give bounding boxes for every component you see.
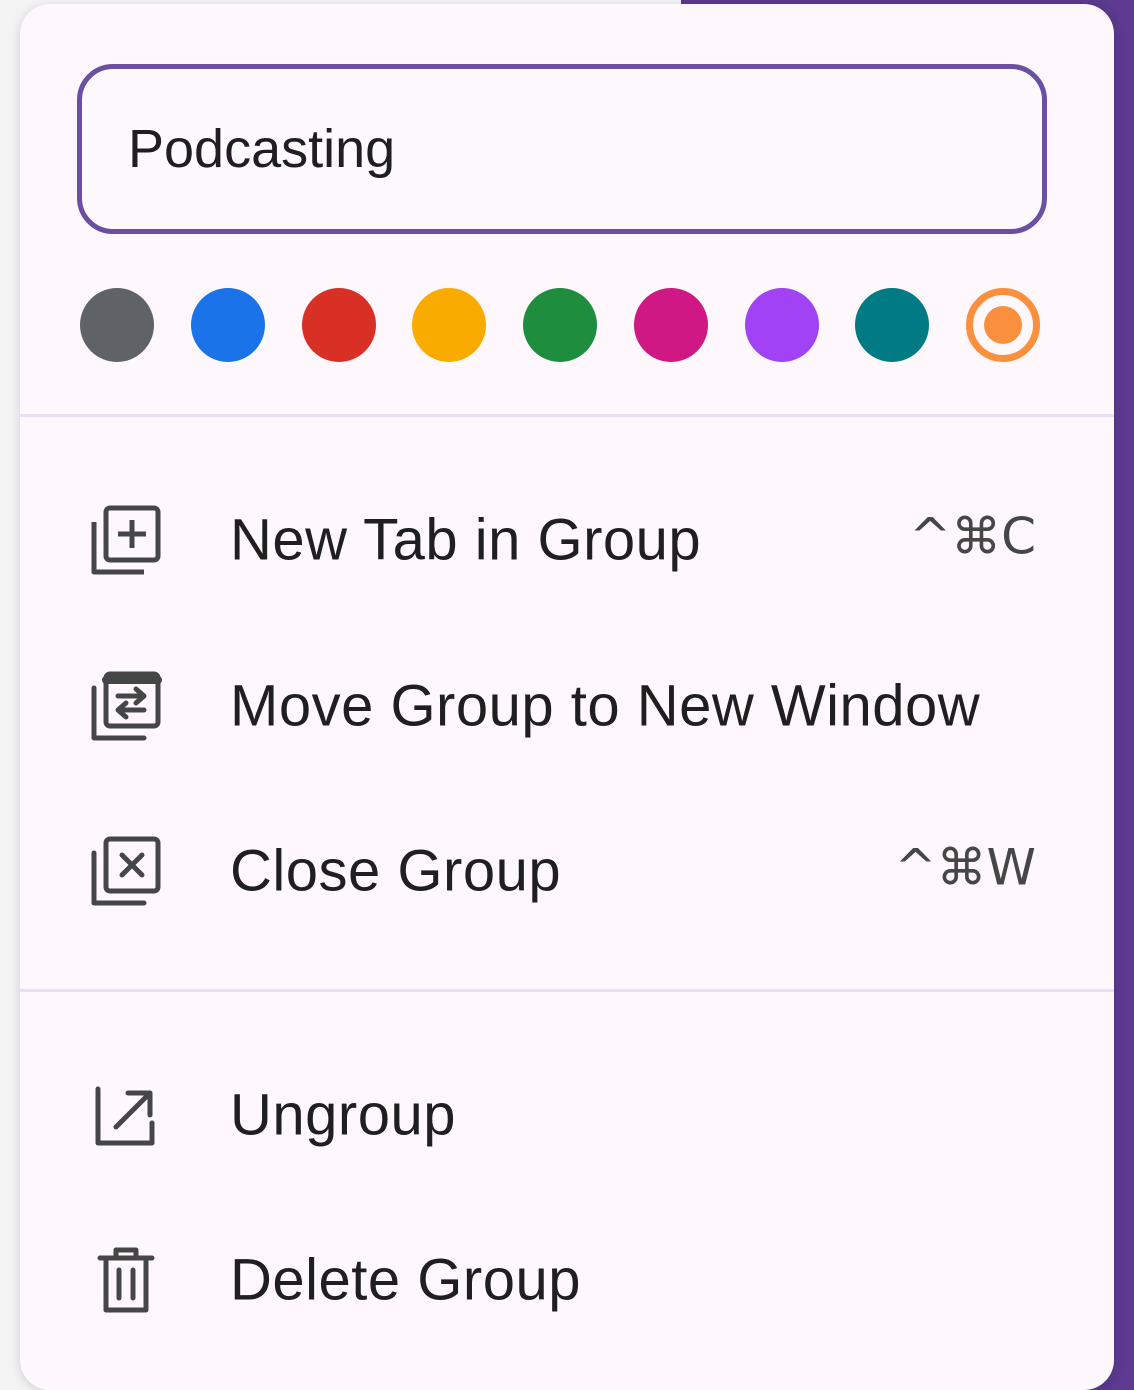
screen: New Tab in Group ^⌘C Move Group to New W… [0,0,1134,1390]
close-group-shortcut: ^⌘W [894,838,1036,897]
ungroup-icon [86,1075,166,1155]
color-swatch-grey[interactable] [80,288,154,362]
move-group-item[interactable]: Move Group to New Window [20,636,1114,776]
ungroup-label: Ungroup [230,1082,456,1148]
move-group-label: Move Group to New Window [230,673,981,739]
color-swatch-cyan[interactable] [855,288,930,362]
close-group-icon [86,831,166,911]
group-name-input[interactable] [77,64,1047,234]
color-picker [80,287,1040,363]
ungroup-item[interactable]: Ungroup [20,1045,1114,1185]
close-group-label: Close Group [230,838,562,904]
trash-icon [86,1240,166,1320]
selected-dot [984,306,1022,344]
delete-group-item[interactable]: Delete Group [20,1210,1114,1350]
move-to-window-icon [86,666,166,746]
color-swatch-purple[interactable] [744,288,819,362]
new-tab-in-group-icon [86,500,166,580]
color-swatch-pink[interactable] [633,288,708,362]
new-tab-in-group-label: New Tab in Group [230,507,702,573]
color-swatch-orange[interactable] [966,288,1040,362]
close-group-item[interactable]: Close Group ^⌘W [20,801,1114,941]
color-swatch-blue[interactable] [190,288,265,362]
color-swatch-yellow[interactable] [412,288,487,362]
menu-divider [20,414,1114,417]
tab-group-context-menu: New Tab in Group ^⌘C Move Group to New W… [20,4,1114,1390]
menu-divider [20,989,1114,992]
color-swatch-green[interactable] [523,288,597,362]
new-tab-shortcut: ^⌘C [909,507,1036,566]
new-tab-in-group-item[interactable]: New Tab in Group ^⌘C [20,470,1114,610]
color-swatch-red[interactable] [301,288,376,362]
delete-group-label: Delete Group [230,1247,581,1313]
